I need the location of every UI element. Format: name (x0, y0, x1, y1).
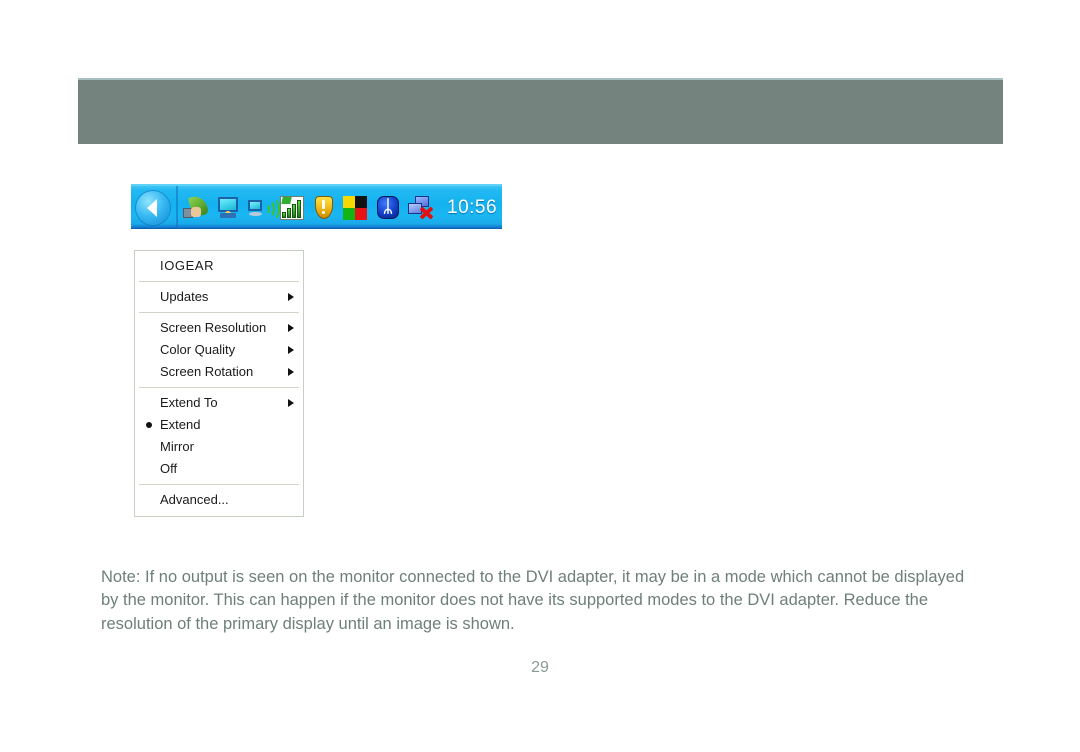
chevron-right-icon (288, 324, 294, 332)
quad-red (355, 207, 367, 220)
menu-item-screen-rotation[interactable]: Screen Rotation (135, 361, 303, 383)
menu-separator (139, 312, 299, 313)
menu-item-label: Screen Resolution (160, 320, 267, 335)
quad-green (343, 207, 355, 220)
signal-flag-shape (281, 196, 292, 204)
menu-item-mirror[interactable]: Mirror (135, 436, 303, 458)
signal-bar-2 (287, 207, 291, 218)
menu-separator (139, 281, 299, 282)
leaf-face-shape (191, 206, 201, 217)
menu-item-color-quality[interactable]: Color Quality (135, 339, 303, 361)
menu-item-label: Extend To (160, 395, 218, 410)
wireless-wave-3 (265, 196, 280, 221)
bluetooth-glyph: ᛦ (382, 196, 394, 217)
menu-separator (139, 387, 299, 388)
quad-color-shape (343, 195, 367, 220)
iogear-tray-context-menu: IOGEAR Updates Screen Resolution Color Q… (134, 250, 304, 517)
chevron-right-icon (288, 346, 294, 354)
wireless-base-shape (249, 211, 262, 216)
menu-item-extend-to[interactable]: Extend To (135, 392, 303, 414)
menu-separator (139, 484, 299, 485)
shield-exclamation-stem (322, 199, 325, 209)
radio-selected-icon (146, 422, 152, 428)
taskbar-clock[interactable]: 10:56 AM (447, 197, 502, 219)
menu-item-screen-resolution[interactable]: Screen Resolution (135, 317, 303, 339)
menu-item-extend[interactable]: Extend (135, 414, 303, 436)
windows-system-tray: ᛦ 10:56 AM (131, 184, 502, 229)
signal-bar-3 (292, 203, 296, 218)
security-shield-warning-icon[interactable] (311, 195, 337, 221)
menu-item-advanced[interactable]: Advanced... (135, 489, 303, 511)
menu-item-label: Updates (160, 289, 209, 304)
menu-item-label: Advanced... (160, 492, 229, 507)
chevron-right-icon (288, 293, 294, 301)
menu-item-label: Off (160, 461, 178, 476)
quad-yellow (343, 195, 355, 208)
shield-exclamation-dot (322, 210, 325, 214)
wireless-display-icon[interactable] (247, 195, 280, 221)
page-header-band (78, 78, 1003, 144)
show-hidden-icons-arrow[interactable] (136, 190, 170, 225)
monitor-screen-shape (218, 196, 238, 212)
chevron-right-icon (288, 399, 294, 407)
context-menu-title: IOGEAR (160, 258, 215, 273)
leaf-character-icon[interactable] (183, 193, 209, 221)
signal-bar-1 (282, 211, 286, 218)
menu-item-label: Screen Rotation (160, 364, 254, 379)
network-disconnected-icon[interactable] (407, 195, 434, 221)
menu-item-label: Mirror (160, 439, 194, 454)
menu-item-off[interactable]: Off (135, 458, 303, 480)
menu-item-label: Extend (160, 417, 201, 432)
monitor-base-shape (220, 212, 236, 218)
tray-divider (176, 186, 178, 229)
menu-item-updates[interactable]: Updates (135, 286, 303, 308)
bluetooth-icon[interactable]: ᛦ (375, 195, 401, 221)
tray-icon-group: ᛦ (183, 193, 434, 221)
chevron-right-icon (288, 368, 294, 376)
signal-bar-4 (297, 199, 301, 218)
page-number: 29 (531, 659, 549, 676)
signal-strength-icon[interactable] (279, 195, 305, 221)
wireless-screen-shape (248, 199, 262, 211)
menu-item-label: Color Quality (160, 342, 236, 357)
windows-security-center-icon[interactable] (343, 195, 369, 221)
quad-black (355, 195, 367, 208)
note-paragraph: Note: If no output is seen on the monito… (101, 568, 965, 633)
monitor-icon[interactable] (215, 195, 241, 221)
